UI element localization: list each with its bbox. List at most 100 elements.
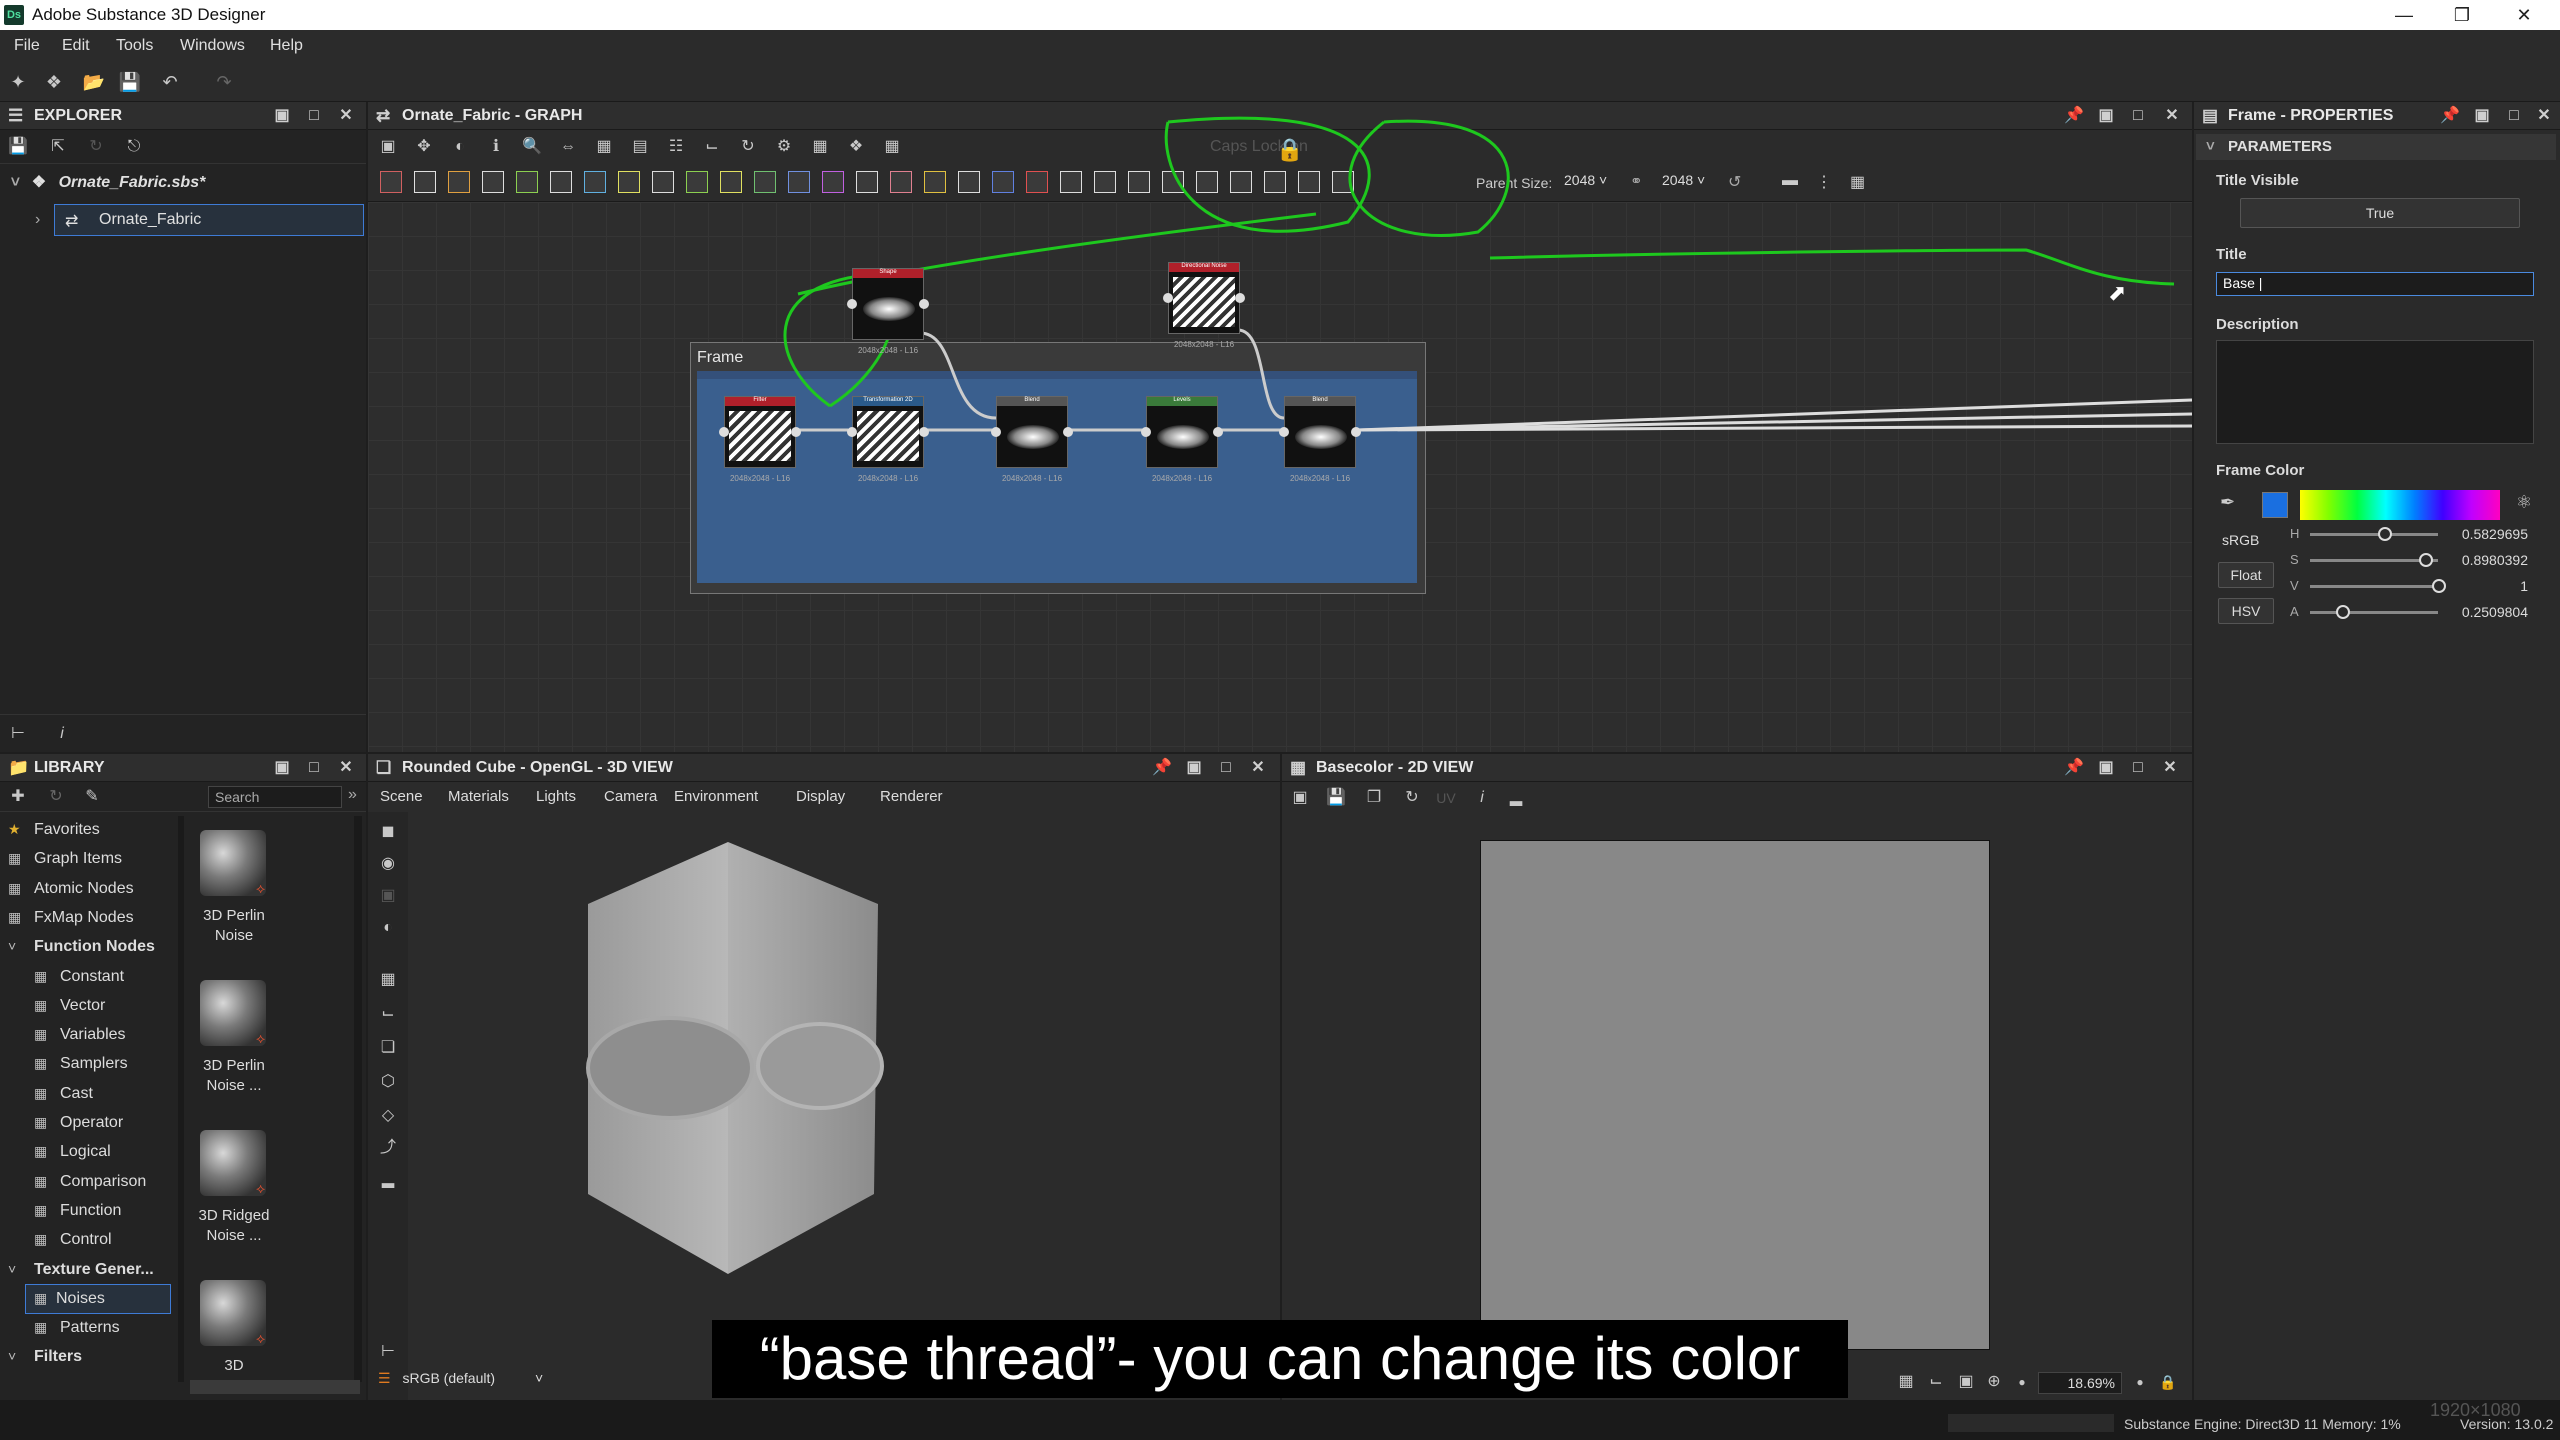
library-item-noises[interactable]: ▦ Noises xyxy=(25,1283,171,1314)
expand-icon[interactable]: » xyxy=(348,786,357,804)
input-port[interactable] xyxy=(847,299,857,309)
restore-button[interactable]: ❐ xyxy=(2434,0,2490,30)
float-panel-icon[interactable]: ▣ xyxy=(2096,758,2116,778)
graph-tool-icon[interactable]: ◐ xyxy=(448,135,472,159)
library-item-fxmap-nodes[interactable]: ▦ FxMap Nodes xyxy=(0,904,176,932)
library-item-control[interactable]: ▦ Control xyxy=(0,1226,176,1254)
menu-environment[interactable]: Environment xyxy=(674,788,758,805)
library-search-input[interactable]: Search xyxy=(208,786,342,808)
channel-slider-knob[interactable] xyxy=(2419,553,2434,567)
menu-file[interactable]: File xyxy=(14,37,40,55)
uv-icon[interactable]: UV xyxy=(1434,786,1458,810)
node-shortcut-icon[interactable] xyxy=(890,171,912,193)
output-port[interactable] xyxy=(1351,427,1361,437)
node-shortcut-icon[interactable] xyxy=(516,171,538,193)
frame-icon[interactable]: ▣ xyxy=(1954,1370,1978,1394)
plane-icon[interactable]: ◇ xyxy=(376,1104,400,1128)
wireframe-icon[interactable]: ▦ xyxy=(376,968,400,992)
node-shortcut-icon[interactable] xyxy=(992,171,1014,193)
thumb-scrollbar[interactable] xyxy=(354,816,362,1382)
library-item-variables[interactable]: ▦ Variables xyxy=(0,1021,176,1049)
node-shortcut-icon[interactable] xyxy=(924,171,946,193)
undo-icon[interactable]: ↶ xyxy=(158,70,182,94)
pin-icon[interactable]: 📌 xyxy=(2064,758,2084,778)
close-panel-icon[interactable]: ✕ xyxy=(336,758,356,778)
graph-tool-icon[interactable]: ▦ xyxy=(880,135,904,159)
graph-tool-icon[interactable]: ⇔ xyxy=(556,135,580,159)
zoom-icon[interactable]: ⊕ xyxy=(1982,1370,2006,1394)
graph-node[interactable]: Directional Noise 2048x2048 - L16 xyxy=(1163,262,1245,349)
graph-tool-icon[interactable]: ❖ xyxy=(844,135,868,159)
grid-icon[interactable]: ▦ xyxy=(1894,1370,1918,1394)
input-port[interactable] xyxy=(1163,293,1173,303)
histogram-icon[interactable]: ▂ xyxy=(376,1168,400,1192)
publish-icon[interactable]: ⎋ xyxy=(122,135,146,159)
library-item-function[interactable]: ▦ Function xyxy=(0,1197,176,1225)
graph-tool-icon[interactable]: ▣ xyxy=(376,135,400,159)
pin-icon[interactable]: 📌 xyxy=(2440,106,2460,126)
histogram-icon[interactable]: ▂ xyxy=(1504,786,1528,810)
menu-edit[interactable]: Edit xyxy=(62,37,90,55)
library-item-function-nodes[interactable]: ˅ Function Nodes xyxy=(0,933,176,961)
graph-node[interactable]: Blend 2048x2048 - L16 xyxy=(991,396,1073,483)
info-icon[interactable]: i xyxy=(50,722,74,746)
close-panel-icon[interactable]: ✕ xyxy=(336,106,356,126)
pin-icon[interactable]: 📌 xyxy=(2064,106,2084,126)
library-item-vector[interactable]: ▦ Vector xyxy=(0,992,176,1020)
export-icon[interactable]: ⇱ xyxy=(46,135,70,159)
hsv-button[interactable]: HSV xyxy=(2218,598,2274,624)
node-shortcut-icon[interactable] xyxy=(652,171,674,193)
float-panel-icon[interactable]: ▣ xyxy=(2096,106,2116,126)
description-input[interactable] xyxy=(2216,340,2534,444)
screenshot-icon[interactable]: ◐ xyxy=(376,916,400,940)
node-shortcut-icon[interactable] xyxy=(720,171,742,193)
link-icon[interactable]: ⚭ xyxy=(1630,172,1643,190)
output-port[interactable] xyxy=(1213,427,1223,437)
refresh-icon[interactable]: ↻ xyxy=(44,785,68,809)
output-port[interactable] xyxy=(1063,427,1073,437)
camera-icon[interactable]: ◼ xyxy=(376,820,400,844)
menu-materials[interactable]: Materials xyxy=(448,788,509,805)
reset-icon[interactable]: ↺ xyxy=(1728,172,1741,192)
node-shortcut-icon[interactable] xyxy=(380,171,402,193)
node-shortcut-icon[interactable] xyxy=(1230,171,1252,193)
node-shortcut-icon[interactable] xyxy=(1026,171,1048,193)
colorspace-select[interactable]: ☰ sRGB (default) ˅ xyxy=(378,1370,592,1396)
library-item-atomic-nodes[interactable]: ▦ Atomic Nodes xyxy=(0,875,176,903)
library-item-samplers[interactable]: ▦ Samplers xyxy=(0,1050,176,1078)
menu-scene[interactable]: Scene xyxy=(380,788,423,805)
node-shortcut-icon[interactable] xyxy=(1298,171,1320,193)
reload-icon[interactable]: ↻ xyxy=(84,135,108,159)
input-port[interactable] xyxy=(991,427,1001,437)
edit-icon[interactable]: ✎ xyxy=(80,785,104,809)
library-item-filters[interactable]: ˅ Filters xyxy=(0,1343,176,1371)
library-item-graph-items[interactable]: ▦ Graph Items xyxy=(0,845,176,873)
save-image-icon[interactable]: 💾 xyxy=(1324,786,1348,810)
node-shortcut-icon[interactable] xyxy=(584,171,606,193)
tile-icon[interactable]: ⌙ xyxy=(1924,1370,1948,1394)
3d-cube-viewport[interactable] xyxy=(578,834,1078,1354)
palette-icon[interactable]: ⚛ xyxy=(2516,492,2532,513)
output-port[interactable] xyxy=(919,427,929,437)
menu-display[interactable]: Display xyxy=(796,788,845,805)
graph-tool-icon[interactable]: ▦ xyxy=(592,135,616,159)
maximize-panel-icon[interactable]: □ xyxy=(1216,758,1236,778)
uv-icon[interactable]: ⬡ xyxy=(376,1070,400,1094)
library-item-logical[interactable]: ▦ Logical xyxy=(0,1138,176,1166)
node-shortcut-icon[interactable] xyxy=(1094,171,1116,193)
distribute-icon[interactable]: ⋮ xyxy=(1816,172,1832,192)
refresh-icon[interactable]: ↻ xyxy=(1400,786,1424,810)
node-shortcut-icon[interactable] xyxy=(1196,171,1218,193)
title-input[interactable]: Base | xyxy=(2216,272,2534,296)
size-select[interactable]: 2048 ˅ xyxy=(1658,170,1718,194)
maximize-panel-icon[interactable]: □ xyxy=(304,106,324,126)
info-icon[interactable]: i xyxy=(1470,786,1494,810)
node-shortcut-icon[interactable] xyxy=(686,171,708,193)
channel-slider-track[interactable] xyxy=(2310,585,2438,588)
close-panel-icon[interactable]: ✕ xyxy=(2160,758,2180,778)
maximize-panel-icon[interactable]: □ xyxy=(2504,106,2524,126)
close-window-button[interactable]: ✕ xyxy=(2496,0,2552,30)
library-item-comparison[interactable]: ▦ Comparison xyxy=(0,1168,176,1196)
menu-renderer[interactable]: Renderer xyxy=(880,788,943,805)
node-shortcut-icon[interactable] xyxy=(448,171,470,193)
